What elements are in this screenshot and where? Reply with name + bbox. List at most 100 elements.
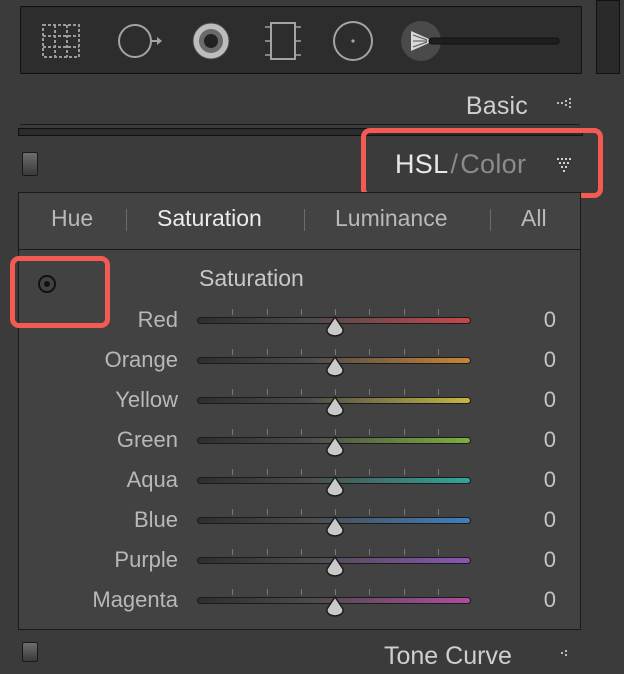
expand-left-icon[interactable] xyxy=(550,648,570,666)
slider-tick xyxy=(438,589,439,595)
slider-tick xyxy=(267,309,268,315)
tool-strip xyxy=(20,6,582,74)
slider-track[interactable] xyxy=(197,389,471,417)
slider-tick xyxy=(404,549,405,555)
slider-label: Blue xyxy=(133,507,178,532)
slider-value[interactable]: 0 xyxy=(544,347,556,373)
hsl-tabs: Hue Saturation Luminance All xyxy=(18,192,581,250)
slider-tick xyxy=(369,589,370,595)
slider-track[interactable] xyxy=(197,509,471,537)
slider-tick xyxy=(232,589,233,595)
slider-tick xyxy=(404,349,405,355)
slider-value[interactable]: 0 xyxy=(544,307,556,333)
slider-tick xyxy=(301,349,302,355)
panel-toggle-switch[interactable] xyxy=(22,642,38,662)
slider-tick xyxy=(267,509,268,515)
section-title: Saturation xyxy=(199,265,304,291)
slider-tick xyxy=(404,389,405,395)
slider-row-magenta: Magenta 0 xyxy=(19,584,582,620)
slider-tick xyxy=(232,389,233,395)
slider-tick xyxy=(438,389,439,395)
slider-value[interactable]: 0 xyxy=(544,387,556,413)
tab-separator xyxy=(126,209,127,231)
slider-thumb[interactable] xyxy=(324,315,346,339)
red-eye-icon[interactable] xyxy=(187,17,235,65)
slider-thumb[interactable] xyxy=(324,595,346,619)
slider-tick xyxy=(267,589,268,595)
slider-track[interactable] xyxy=(197,469,471,497)
slider-tick xyxy=(301,589,302,595)
slider-tick xyxy=(301,309,302,315)
slider-label: Orange xyxy=(104,347,178,372)
slider-value[interactable]: 0 xyxy=(544,547,556,573)
slider-track[interactable] xyxy=(197,549,471,577)
slider-tick xyxy=(232,429,233,435)
slider-tick xyxy=(438,349,439,355)
slider-tick xyxy=(404,589,405,595)
slider-row-purple: Purple 0 xyxy=(19,544,582,580)
slider-tick xyxy=(232,549,233,555)
tab-all[interactable]: All xyxy=(521,205,547,232)
slider-thumb[interactable] xyxy=(324,435,346,459)
panel-toggle-switch[interactable] xyxy=(22,152,38,176)
slider-tick xyxy=(267,389,268,395)
slider-value[interactable]: 0 xyxy=(544,507,556,533)
slider-tick xyxy=(438,469,439,475)
slider-tick xyxy=(267,349,268,355)
slider-tick xyxy=(404,509,405,515)
slider-track[interactable] xyxy=(197,349,471,377)
slider-tick xyxy=(369,389,370,395)
radial-filter-icon[interactable] xyxy=(329,17,377,65)
slider-thumb[interactable] xyxy=(324,515,346,539)
tab-hue[interactable]: Hue xyxy=(51,205,93,232)
basic-panel-header[interactable]: Basic xyxy=(20,80,580,125)
slider-tick xyxy=(369,309,370,315)
slider-row-orange: Orange 0 xyxy=(19,344,582,380)
slider-tick xyxy=(369,349,370,355)
slider-label: Purple xyxy=(114,547,178,572)
highlight-hsl-header xyxy=(361,128,603,198)
slider-tick xyxy=(404,469,405,475)
slider-tick xyxy=(267,429,268,435)
slider-value[interactable]: 0 xyxy=(544,467,556,493)
slider-tick xyxy=(267,469,268,475)
slider-thumb[interactable] xyxy=(324,355,346,379)
slider-tick xyxy=(438,549,439,555)
graduated-filter-icon[interactable] xyxy=(259,17,307,65)
tab-luminance[interactable]: Luminance xyxy=(335,205,448,232)
slider-tick xyxy=(404,309,405,315)
slider-tick xyxy=(369,549,370,555)
slider-tick xyxy=(232,509,233,515)
slider-tick xyxy=(232,349,233,355)
slider-row-yellow: Yellow 0 xyxy=(19,384,582,420)
slider-tick xyxy=(301,549,302,555)
slider-track[interactable] xyxy=(197,429,471,457)
adjustment-brush-icon[interactable] xyxy=(399,17,561,65)
tone-curve-panel-header[interactable]: Tone Curve xyxy=(18,634,581,674)
slider-tick xyxy=(267,549,268,555)
slider-tick xyxy=(438,309,439,315)
slider-thumb[interactable] xyxy=(324,395,346,419)
slider-label: Green xyxy=(116,427,178,452)
expand-left-icon[interactable] xyxy=(554,94,574,114)
slider-track[interactable] xyxy=(197,309,471,337)
slider-label: Aqua xyxy=(126,467,178,492)
slider-tick xyxy=(301,469,302,475)
slider-value[interactable]: 0 xyxy=(544,427,556,453)
slider-label: Yellow xyxy=(115,387,178,412)
tab-saturation[interactable]: Saturation xyxy=(157,205,262,232)
slider-row-aqua: Aqua 0 xyxy=(19,464,582,500)
slider-thumb[interactable] xyxy=(324,475,346,499)
panel-scrollbar[interactable] xyxy=(596,0,620,74)
slider-tick xyxy=(301,389,302,395)
highlight-target-tool xyxy=(10,256,110,328)
slider-tick xyxy=(369,469,370,475)
spot-removal-icon[interactable] xyxy=(115,17,163,65)
slider-tick xyxy=(438,429,439,435)
slider-label: Magenta xyxy=(92,587,178,612)
slider-value[interactable]: 0 xyxy=(544,587,556,613)
slider-thumb[interactable] xyxy=(324,555,346,579)
tab-separator xyxy=(490,209,491,231)
crop-overlay-icon[interactable] xyxy=(37,17,85,65)
slider-track[interactable] xyxy=(197,589,471,617)
